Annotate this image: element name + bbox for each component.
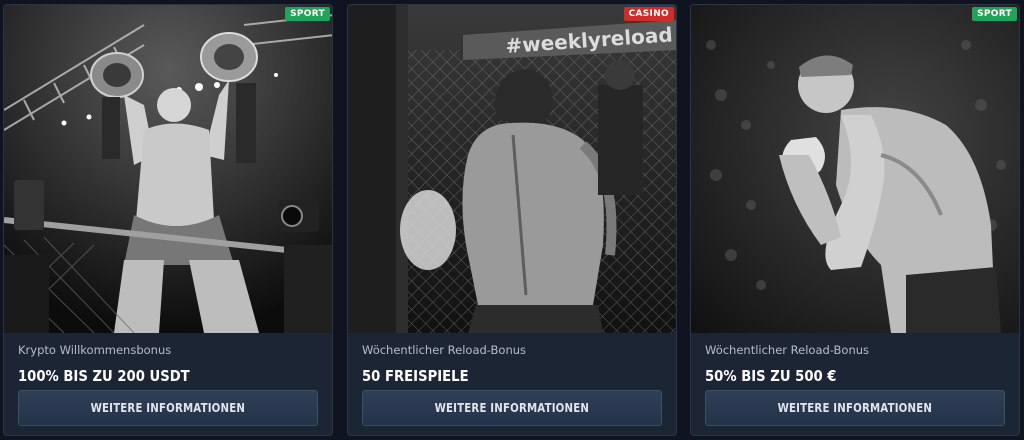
more-info-button[interactable]: WEITERE INFORMATIONEN — [362, 390, 662, 426]
more-info-button-label: WEITERE INFORMATIONEN — [434, 401, 590, 415]
card-subtitle: Wöchentlicher Reload-Bonus — [705, 343, 870, 357]
promo-card-weekly-reload-casino[interactable]: #weeklyreload CASINO Wöchentlicher Reloa… — [347, 4, 677, 436]
promo-card-krypto[interactable]: SPORT Krypto Willkommensbonus 100% BIS Z… — [3, 4, 333, 436]
promo-card-weekly-reload-sport[interactable]: SPORT Wöchentlicher Reload-Bonus 50% BIS… — [690, 4, 1020, 436]
more-info-button[interactable]: WEITERE INFORMATIONEN — [705, 390, 1005, 426]
fighter-guard-stance-image: SPORT — [691, 5, 1019, 333]
card-title: 50% BIS ZU 500 € — [705, 367, 837, 385]
card-subtitle: Krypto Willkommensbonus — [18, 343, 172, 357]
badge-sport: SPORT — [285, 7, 330, 21]
card-title: 100% BIS ZU 200 USDT — [18, 367, 190, 385]
more-info-button[interactable]: WEITERE INFORMATIONEN — [18, 390, 318, 426]
fighter-in-cage-image: #weeklyreload CASINO — [348, 5, 676, 333]
badge-casino: CASINO — [623, 7, 674, 21]
badge-sport: SPORT — [972, 7, 1017, 21]
card-subtitle: Wöchentlicher Reload-Bonus — [362, 343, 527, 357]
fighter-with-belts-image: SPORT — [4, 5, 332, 333]
promo-cards-row: SPORT Krypto Willkommensbonus 100% BIS Z… — [0, 0, 1024, 440]
card-title: 50 FREISPIELE — [362, 367, 469, 385]
more-info-button-label: WEITERE INFORMATIONEN — [90, 401, 246, 415]
more-info-button-label: WEITERE INFORMATIONEN — [777, 401, 933, 415]
